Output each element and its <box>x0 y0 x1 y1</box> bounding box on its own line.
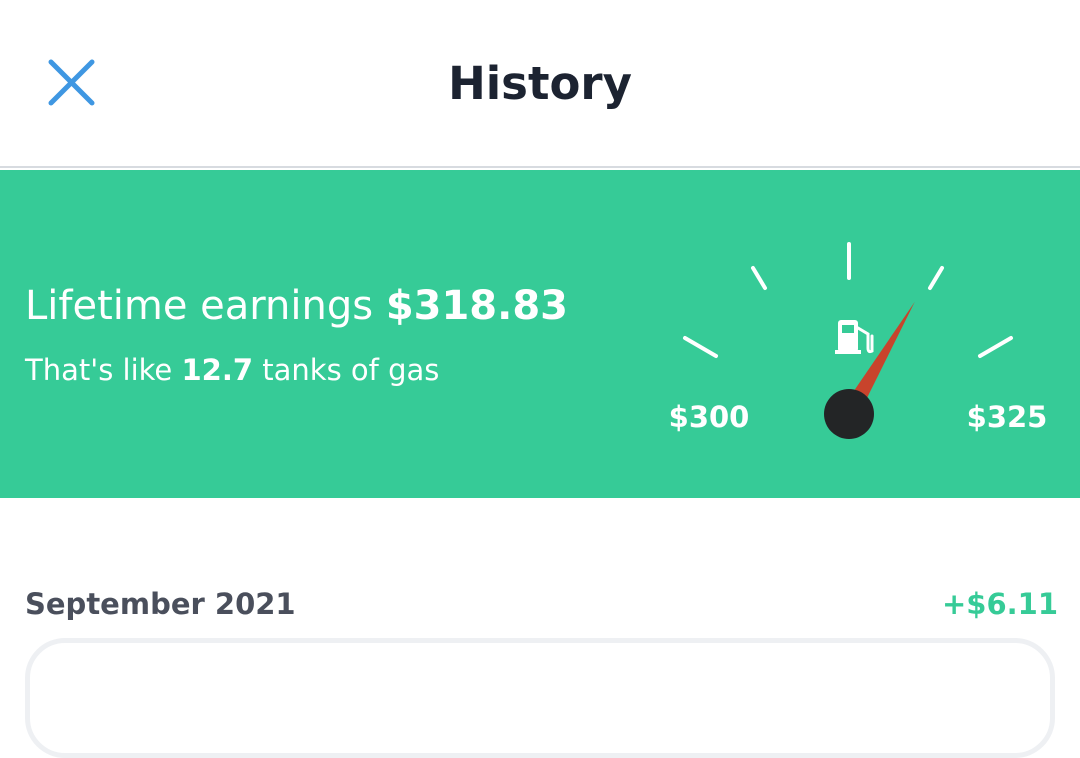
fuel-gauge: $300 $325 <box>669 242 1048 439</box>
gauge-min-label: $300 <box>669 400 750 434</box>
tanks-suffix: tanks of gas <box>262 353 440 387</box>
gauge-tick <box>683 336 718 358</box>
gauge-tick <box>978 336 1013 358</box>
tanks-count: 12.7 <box>181 353 254 387</box>
tanks-of-gas: That's like 12.7 tanks of gas <box>25 350 439 390</box>
month-header: September 2021 +$6.11 <box>25 580 1058 628</box>
gauge-tick <box>928 266 944 290</box>
lifetime-earnings: Lifetime earnings $318.83 <box>25 280 568 332</box>
top-bar: History <box>0 0 1080 168</box>
gauge-hub <box>824 389 874 439</box>
earnings-label: Lifetime earnings <box>25 283 374 329</box>
earnings-banner: Lifetime earnings $318.83 That's like 12… <box>0 170 1080 498</box>
gauge-max-label: $325 <box>967 400 1048 434</box>
gauge-tick <box>751 266 767 290</box>
month-label: September 2021 <box>25 587 296 621</box>
earnings-amount: $318.83 <box>385 283 568 329</box>
history-card[interactable] <box>25 638 1055 758</box>
month-earnings-delta: +$6.11 <box>941 587 1058 621</box>
tanks-prefix: That's like <box>25 353 173 387</box>
page-title: History <box>448 57 632 110</box>
gas-pump-icon <box>835 320 874 354</box>
